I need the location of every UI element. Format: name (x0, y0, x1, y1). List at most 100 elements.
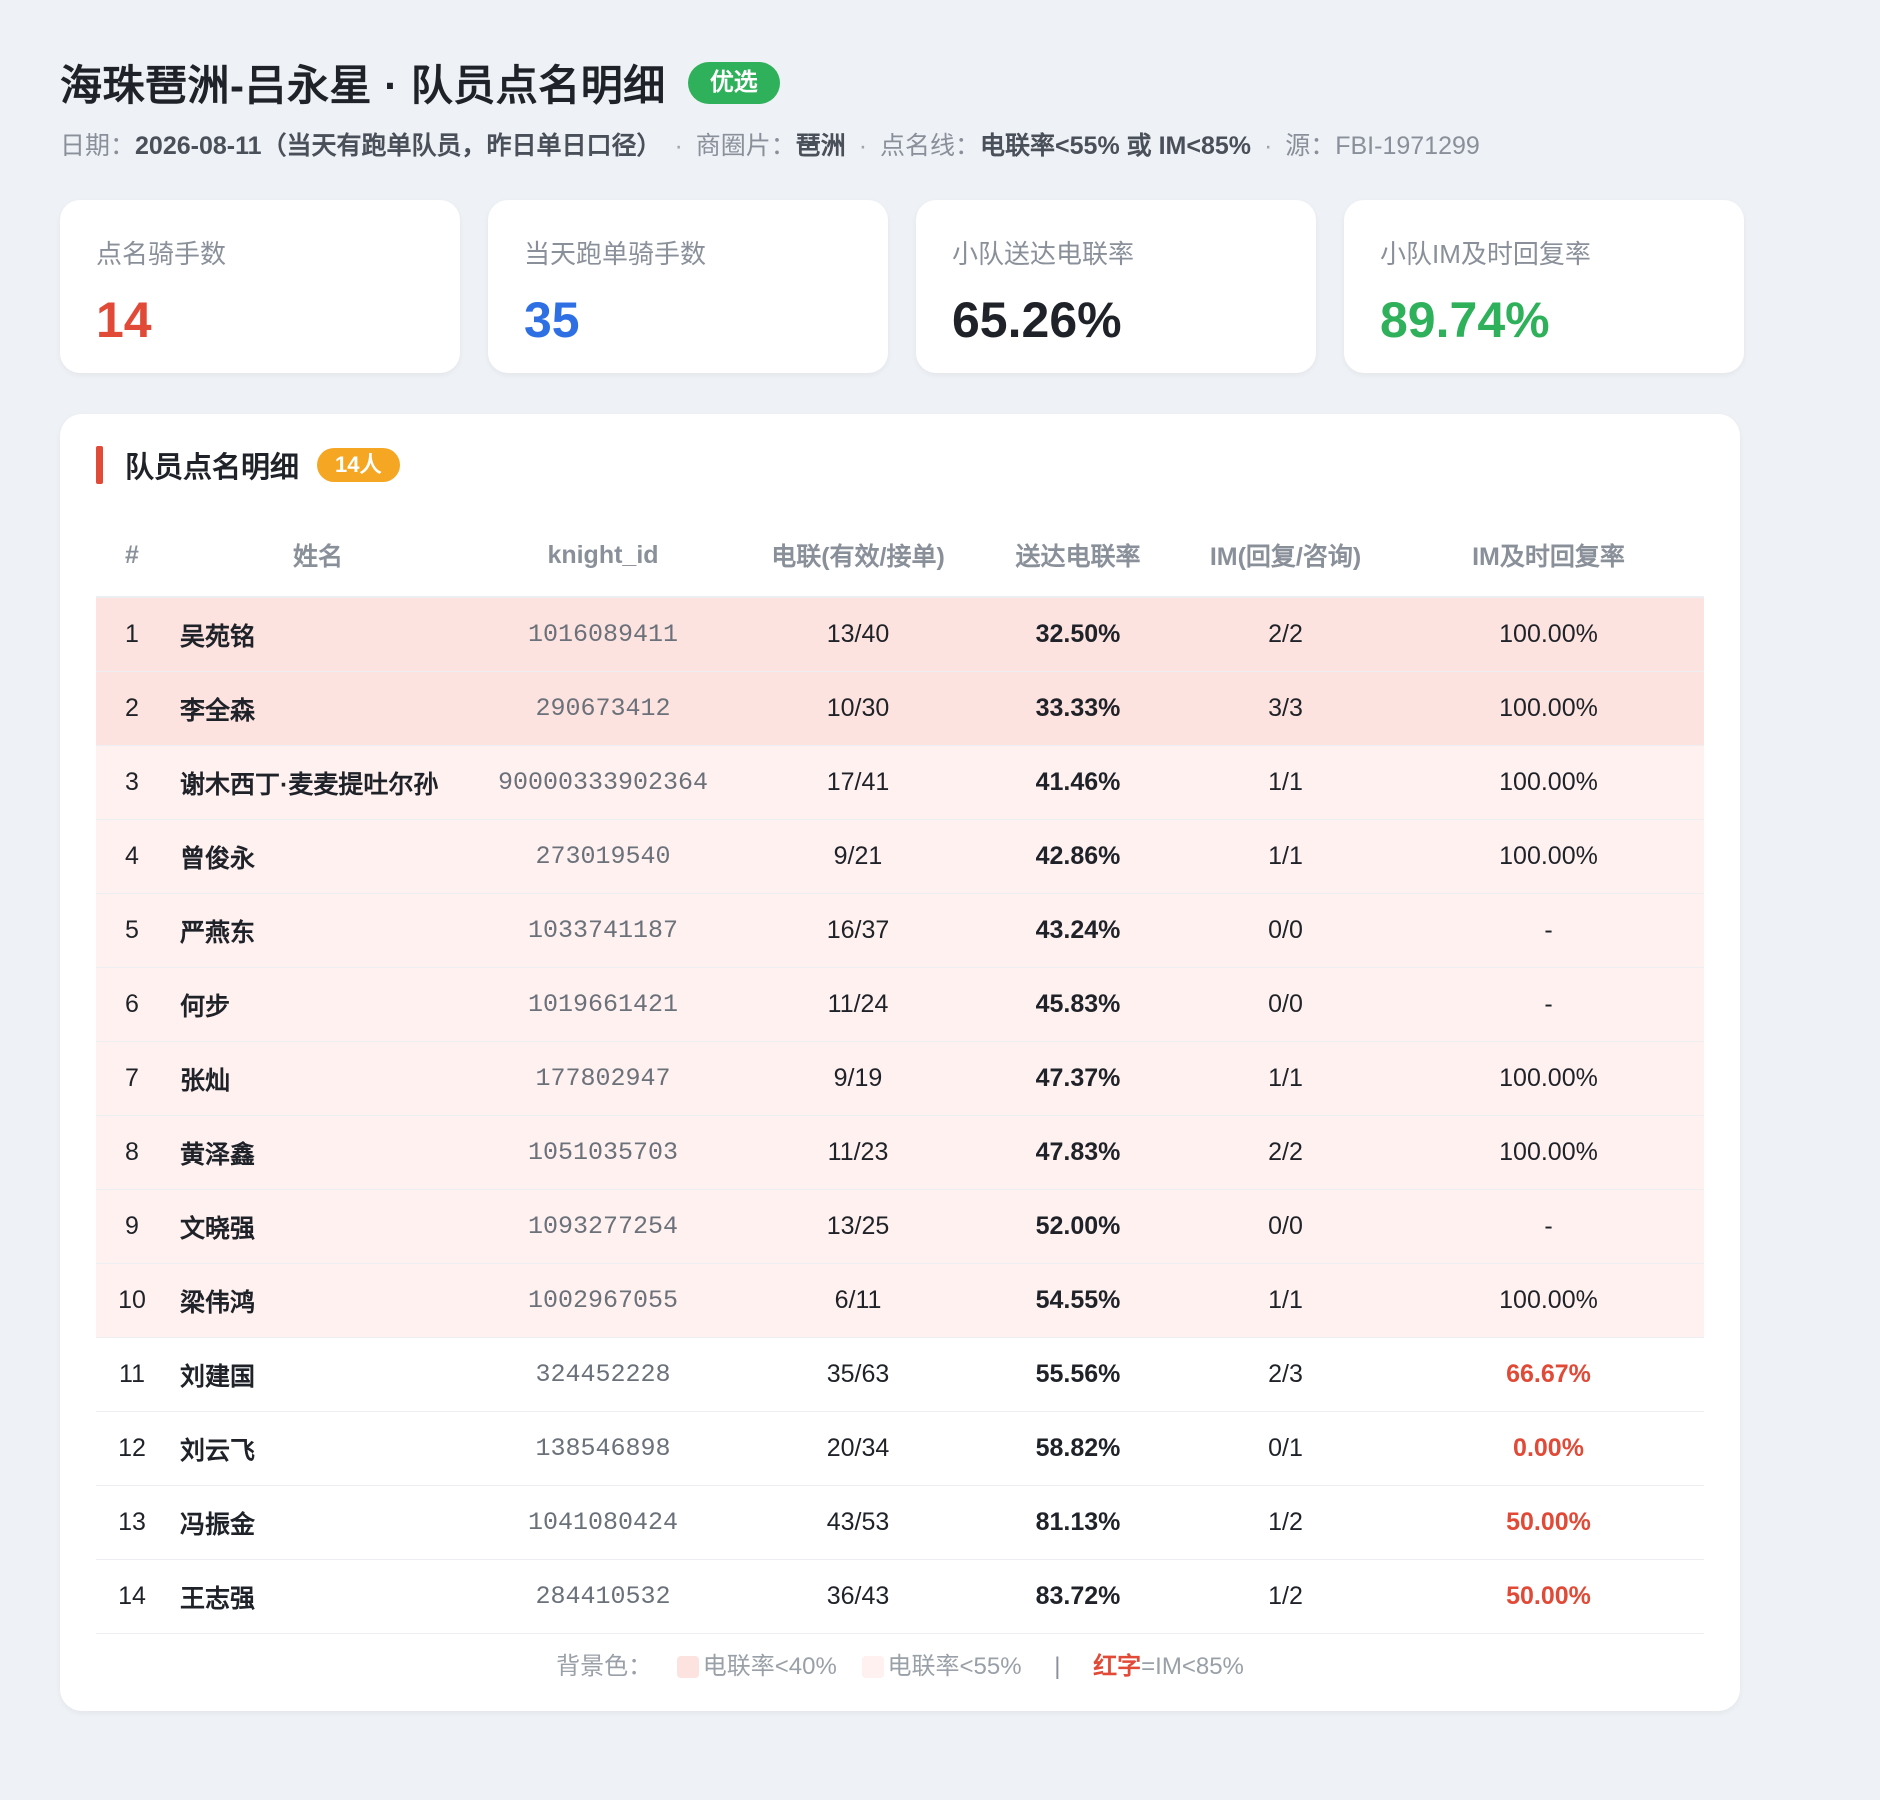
im-count: 1/1 (1178, 819, 1393, 894)
calls-count: 20/34 (738, 1411, 978, 1486)
column-header-name: 姓名 (168, 514, 468, 598)
row-number: 7 (96, 1041, 168, 1116)
call-rate: 32.50% (978, 597, 1178, 672)
im-count: 2/3 (1178, 1337, 1393, 1412)
im-count: 2/2 (1178, 597, 1393, 672)
knight-id: 1041080424 (468, 1485, 738, 1560)
legend-strong-text: 电联率<40% (702, 1653, 837, 1680)
rider-name: 文晓强 (168, 1189, 468, 1264)
kpi-value: 65.26% (952, 292, 1122, 348)
calls-count: 9/21 (738, 819, 978, 894)
rider-name: 冯振金 (168, 1485, 468, 1560)
rider-name: 王志强 (168, 1559, 468, 1634)
legend: 背景色： 电联率<40% 电联率<55% | 红字=IM<85% (60, 1646, 1740, 1681)
rider-name: 谢木西丁·麦麦提吐尔孙 (168, 745, 468, 820)
column-header-calls: 电联(有效/接单) (738, 514, 978, 598)
knight-id: 290673412 (468, 671, 738, 746)
rider-name: 严燕东 (168, 893, 468, 968)
table-row: 5 严燕东 1033741187 16/37 43.24% 0/0- (96, 893, 1704, 968)
im-rate: 50.00% (1393, 1485, 1704, 1560)
kpi-card-call-rate: 小队送达电联率 65.26% (916, 200, 1316, 373)
column-header-knight-id: knight_id (468, 514, 738, 598)
rider-name: 刘建国 (168, 1337, 468, 1412)
row-number: 14 (96, 1559, 168, 1634)
row-number: 10 (96, 1263, 168, 1338)
knight-id: 284410532 (468, 1559, 738, 1634)
kpi-row: 点名骑手数 14 当天跑单骑手数 35 小队送达电联率 65.26% 小队IM及… (60, 200, 1744, 373)
rider-name: 张灿 (168, 1041, 468, 1116)
row-number: 3 (96, 745, 168, 820)
im-count: 1/1 (1178, 1263, 1393, 1338)
call-rate: 81.13% (978, 1485, 1178, 1560)
kpi-value: 35 (524, 292, 580, 348)
call-rate: 47.83% (978, 1115, 1178, 1190)
calls-count: 17/41 (738, 745, 978, 820)
table-row: 11 刘建国 324452228 35/63 55.56% 2/3 66.67% (96, 1337, 1704, 1412)
row-number: 5 (96, 893, 168, 968)
rider-name: 吴苑铭 (168, 597, 468, 672)
calls-count: 13/25 (738, 1189, 978, 1264)
legend-light-text: 电联率<55% (887, 1653, 1022, 1680)
im-rate: 100.00% (1393, 597, 1704, 672)
calls-count: 13/40 (738, 597, 978, 672)
legend-swatch-strong (676, 1656, 699, 1678)
im-count: 3/3 (1178, 671, 1393, 746)
table-row: 7 张灿 177802947 9/19 47.37% 1/1 100.00% (96, 1041, 1704, 1116)
calls-count: 6/11 (738, 1263, 978, 1338)
knight-id: 1033741187 (468, 893, 738, 968)
knight-id: 90000333902364 (468, 745, 738, 820)
page-title: 海珠琶洲-吕永星 · 队员点名明细 (60, 62, 666, 109)
row-number: 8 (96, 1115, 168, 1190)
knight-id: 273019540 (468, 819, 738, 894)
count-badge: 14人 (317, 448, 400, 482)
panel-accent-bar (96, 446, 103, 484)
row-number: 2 (96, 671, 168, 746)
im-rate: 100.00% (1393, 1041, 1704, 1116)
separator: · (858, 132, 868, 160)
im-rate: 66.67% (1393, 1337, 1704, 1412)
knight-id: 324452228 (468, 1337, 738, 1412)
date-label: 日期： (60, 132, 136, 160)
table-row: 4 曾俊永 273019540 9/21 42.86% 1/1 100.00% (96, 819, 1704, 894)
im-count: 2/2 (1178, 1115, 1393, 1190)
table-row: 12 刘云飞 138546898 20/34 58.82% 0/1 0.00% (96, 1411, 1704, 1486)
im-count: 1/1 (1178, 745, 1393, 820)
im-rate: - (1393, 893, 1704, 968)
call-rate: 42.86% (978, 819, 1178, 894)
im-count: 0/0 (1178, 1189, 1393, 1264)
roster-table: # 姓名 knight_id 电联(有效/接单) 送达电联率 IM(回复/咨询)… (96, 514, 1704, 1634)
knight-id: 138546898 (468, 1411, 738, 1486)
column-header-call-rate: 送达电联率 (978, 514, 1178, 598)
rider-name: 梁伟鸿 (168, 1263, 468, 1338)
panel-title: 队员点名明细 (125, 452, 300, 484)
separator: · (674, 132, 683, 160)
call-rate: 52.00% (978, 1189, 1178, 1264)
calls-count: 11/24 (738, 967, 978, 1042)
table-row: 9 文晓强 1093277254 13/25 52.00% 0/0- (96, 1189, 1704, 1264)
kpi-card-called: 点名骑手数 14 (60, 200, 460, 373)
title-row: 海珠琶洲-吕永星 · 队员点名明细 优选 (60, 52, 780, 113)
kpi-label: 小队送达电联率 (952, 239, 1135, 269)
table-row: 1 吴苑铭 1016089411 13/40 32.50% 2/2 100.00% (96, 597, 1704, 672)
call-rate: 43.24% (978, 893, 1178, 968)
rider-name: 曾俊永 (168, 819, 468, 894)
call-rate: 45.83% (978, 967, 1178, 1042)
im-count: 1/1 (1178, 1041, 1393, 1116)
roster-panel: 队员点名明细 14人 # 姓名 knight_id 电联(有效/接单) 送达电联 (60, 414, 1740, 1711)
call-rate: 54.55% (978, 1263, 1178, 1338)
line-label: 点名线： (880, 132, 981, 160)
page: 海珠琶洲-吕永星 · 队员点名明细 优选 日期：2026-08-11（当天有跑单… (0, 0, 1880, 1800)
separator: · (1263, 132, 1273, 160)
call-rate: 83.72% (978, 1559, 1178, 1634)
column-header-no: # (96, 514, 168, 598)
column-header-im-rate: IM及时回复率 (1393, 514, 1704, 598)
im-rate: - (1393, 967, 1704, 1042)
kpi-value: 14 (96, 292, 152, 348)
im-rate: 50.00% (1393, 1559, 1704, 1634)
im-rate: 100.00% (1393, 745, 1704, 820)
im-rate: 0.00% (1393, 1411, 1704, 1486)
im-count: 0/0 (1178, 967, 1393, 1042)
table-row: 2 李全森 290673412 10/30 33.33% 3/3 100.00% (96, 671, 1704, 746)
row-number: 12 (96, 1411, 168, 1486)
im-rate: 100.00% (1393, 1263, 1704, 1338)
